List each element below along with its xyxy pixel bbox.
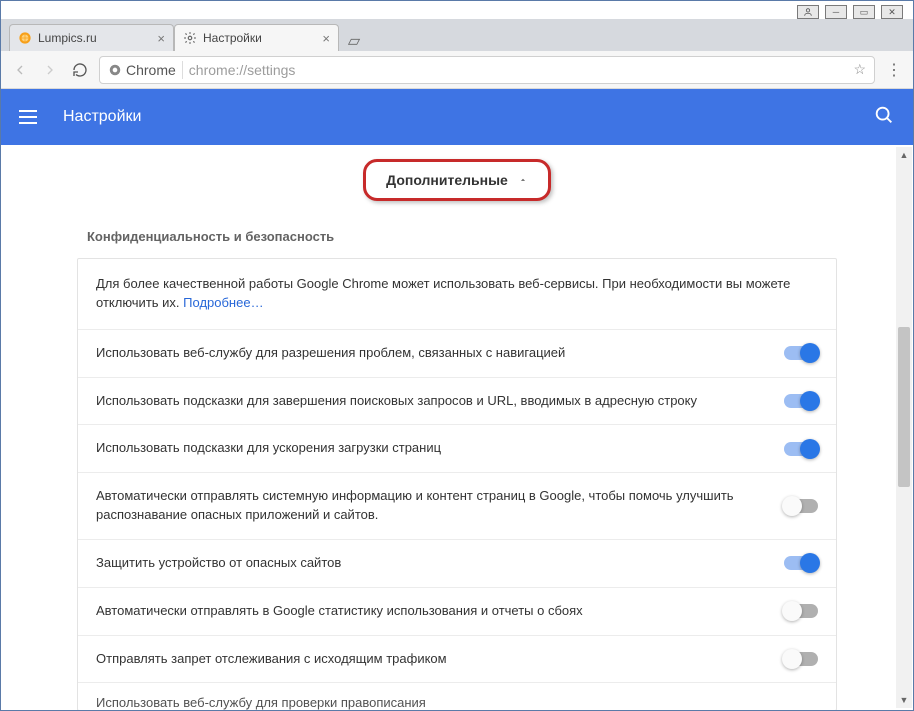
chrome-origin-chip: Chrome — [108, 62, 176, 78]
toggle-prefetch[interactable] — [784, 442, 818, 456]
toggle-usage-stats[interactable] — [784, 604, 818, 618]
setting-row-spellcheck-partial: Использовать веб-службу для проверки пра… — [78, 683, 836, 710]
omnibox-url: chrome://settings — [189, 62, 296, 78]
omnibox-divider — [182, 61, 183, 79]
tab-close-icon[interactable]: × — [157, 32, 165, 45]
omnibox[interactable]: Chrome chrome://settings ☆ — [99, 56, 875, 84]
scroll-up-icon[interactable]: ▲ — [896, 147, 912, 163]
orange-slice-icon — [18, 31, 32, 45]
learn-more-link[interactable]: Подробнее… — [183, 295, 263, 310]
settings-content: ▲ ▼ Дополнительные Конфиденциальность и … — [1, 145, 913, 710]
gear-icon — [183, 31, 197, 45]
section-title: Конфиденциальность и безопасность — [77, 219, 837, 258]
toggle-do-not-track[interactable] — [784, 652, 818, 666]
toolbar: Chrome chrome://settings ☆ ⋮ — [1, 51, 913, 89]
reload-button[interactable] — [69, 59, 91, 81]
window-close-button[interactable]: ✕ — [881, 5, 903, 19]
scroll-down-icon[interactable]: ▼ — [896, 692, 912, 708]
window-user-icon[interactable] — [797, 5, 819, 19]
bookmark-star-icon[interactable]: ☆ — [853, 61, 866, 78]
tab-close-icon[interactable]: × — [322, 32, 330, 45]
tab-label: Настройки — [203, 31, 262, 45]
setting-label: Использовать подсказки для завершения по… — [96, 392, 784, 411]
setting-row-prefetch[interactable]: Использовать подсказки для ускорения заг… — [78, 425, 836, 473]
browser-menu-button[interactable]: ⋮ — [883, 60, 905, 80]
settings-header: Настройки — [1, 89, 913, 145]
advanced-toggle-button[interactable]: Дополнительные — [363, 159, 551, 201]
chevron-up-icon — [518, 172, 528, 188]
toggle-search-suggestions[interactable] — [784, 394, 818, 408]
setting-label: Использовать подсказки для ускорения заг… — [96, 439, 784, 458]
scroll-thumb[interactable] — [898, 327, 910, 487]
new-tab-button[interactable]: ▱ — [343, 31, 365, 51]
setting-row-search-suggestions[interactable]: Использовать подсказки для завершения по… — [78, 378, 836, 426]
setting-row-usage-stats[interactable]: Автоматически отправлять в Google статис… — [78, 588, 836, 636]
setting-label: Использовать веб-службу для разрешения п… — [96, 344, 784, 363]
advanced-label: Дополнительные — [386, 172, 508, 188]
intro-row: Для более качественной работы Google Chr… — [78, 259, 836, 330]
tab-strip: Lumpics.ru × Настройки × ▱ — [1, 19, 913, 51]
setting-label: Отправлять запрет отслеживания с исходящ… — [96, 650, 784, 669]
setting-row-protect-device[interactable]: Защитить устройство от опасных сайтов — [78, 540, 836, 588]
toggle-navigation-error[interactable] — [784, 346, 818, 360]
toggle-safe-browsing-reporting[interactable] — [784, 499, 818, 513]
window-maximize-button[interactable]: ▭ — [853, 5, 875, 19]
setting-row-do-not-track[interactable]: Отправлять запрет отслеживания с исходящ… — [78, 636, 836, 684]
window-minimize-button[interactable]: ─ — [825, 5, 847, 19]
window-titlebar: ─ ▭ ✕ — [1, 1, 913, 19]
toggle-protect-device[interactable] — [784, 556, 818, 570]
setting-row-navigation-error[interactable]: Использовать веб-службу для разрешения п… — [78, 330, 836, 378]
page-title: Настройки — [63, 108, 141, 126]
tab-lumpics[interactable]: Lumpics.ru × — [9, 24, 174, 51]
hamburger-menu-icon[interactable] — [19, 104, 45, 130]
privacy-card: Для более качественной работы Google Chr… — [77, 258, 837, 710]
setting-label: Автоматически отправлять в Google статис… — [96, 602, 784, 621]
scrollbar[interactable]: ▲ ▼ — [896, 147, 912, 708]
setting-label: Автоматически отправлять системную инфор… — [96, 487, 784, 525]
tab-settings[interactable]: Настройки × — [174, 24, 339, 51]
back-button[interactable] — [9, 59, 31, 81]
setting-label: Защитить устройство от опасных сайтов — [96, 554, 784, 573]
search-icon[interactable] — [873, 104, 895, 131]
setting-row-safe-browsing-reporting[interactable]: Автоматически отправлять системную инфор… — [78, 473, 836, 540]
forward-button[interactable] — [39, 59, 61, 81]
tab-label: Lumpics.ru — [38, 31, 97, 45]
